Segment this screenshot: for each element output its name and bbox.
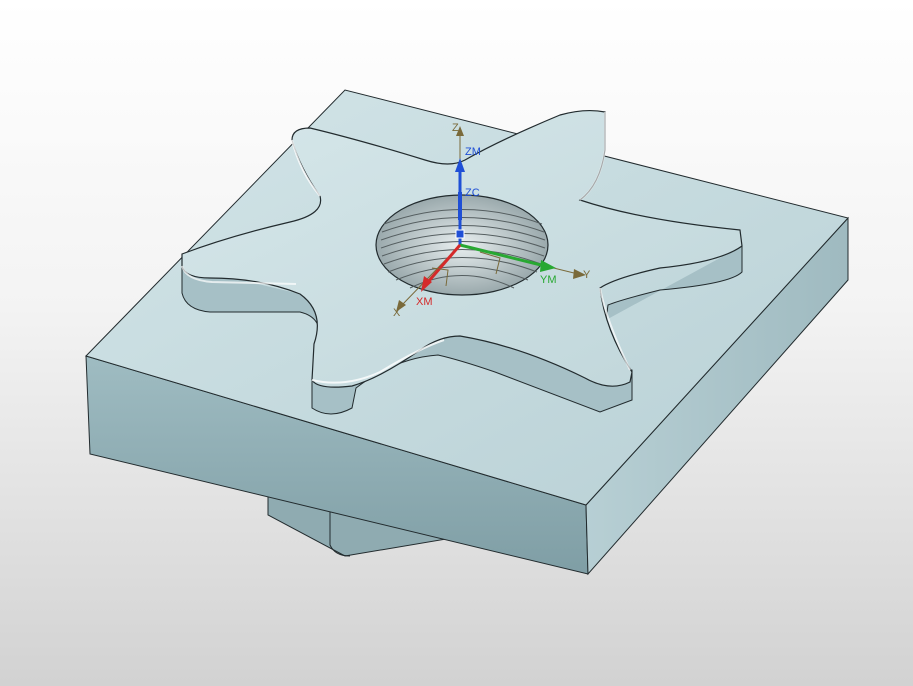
wcs-x-label: X xyxy=(393,307,401,319)
ym-label: YM xyxy=(540,274,557,286)
wcs-y-label: Y xyxy=(583,269,591,281)
zm-label: ZM xyxy=(465,146,481,158)
graphics-viewport[interactable]: Z ZM ZC YM Y XM X xyxy=(0,0,913,686)
zc-label: ZC xyxy=(465,187,480,199)
wcs-z-label: Z xyxy=(452,122,459,134)
xm-label: XM xyxy=(416,296,433,308)
model-view[interactable]: Z ZM ZC YM Y XM X xyxy=(0,0,913,686)
